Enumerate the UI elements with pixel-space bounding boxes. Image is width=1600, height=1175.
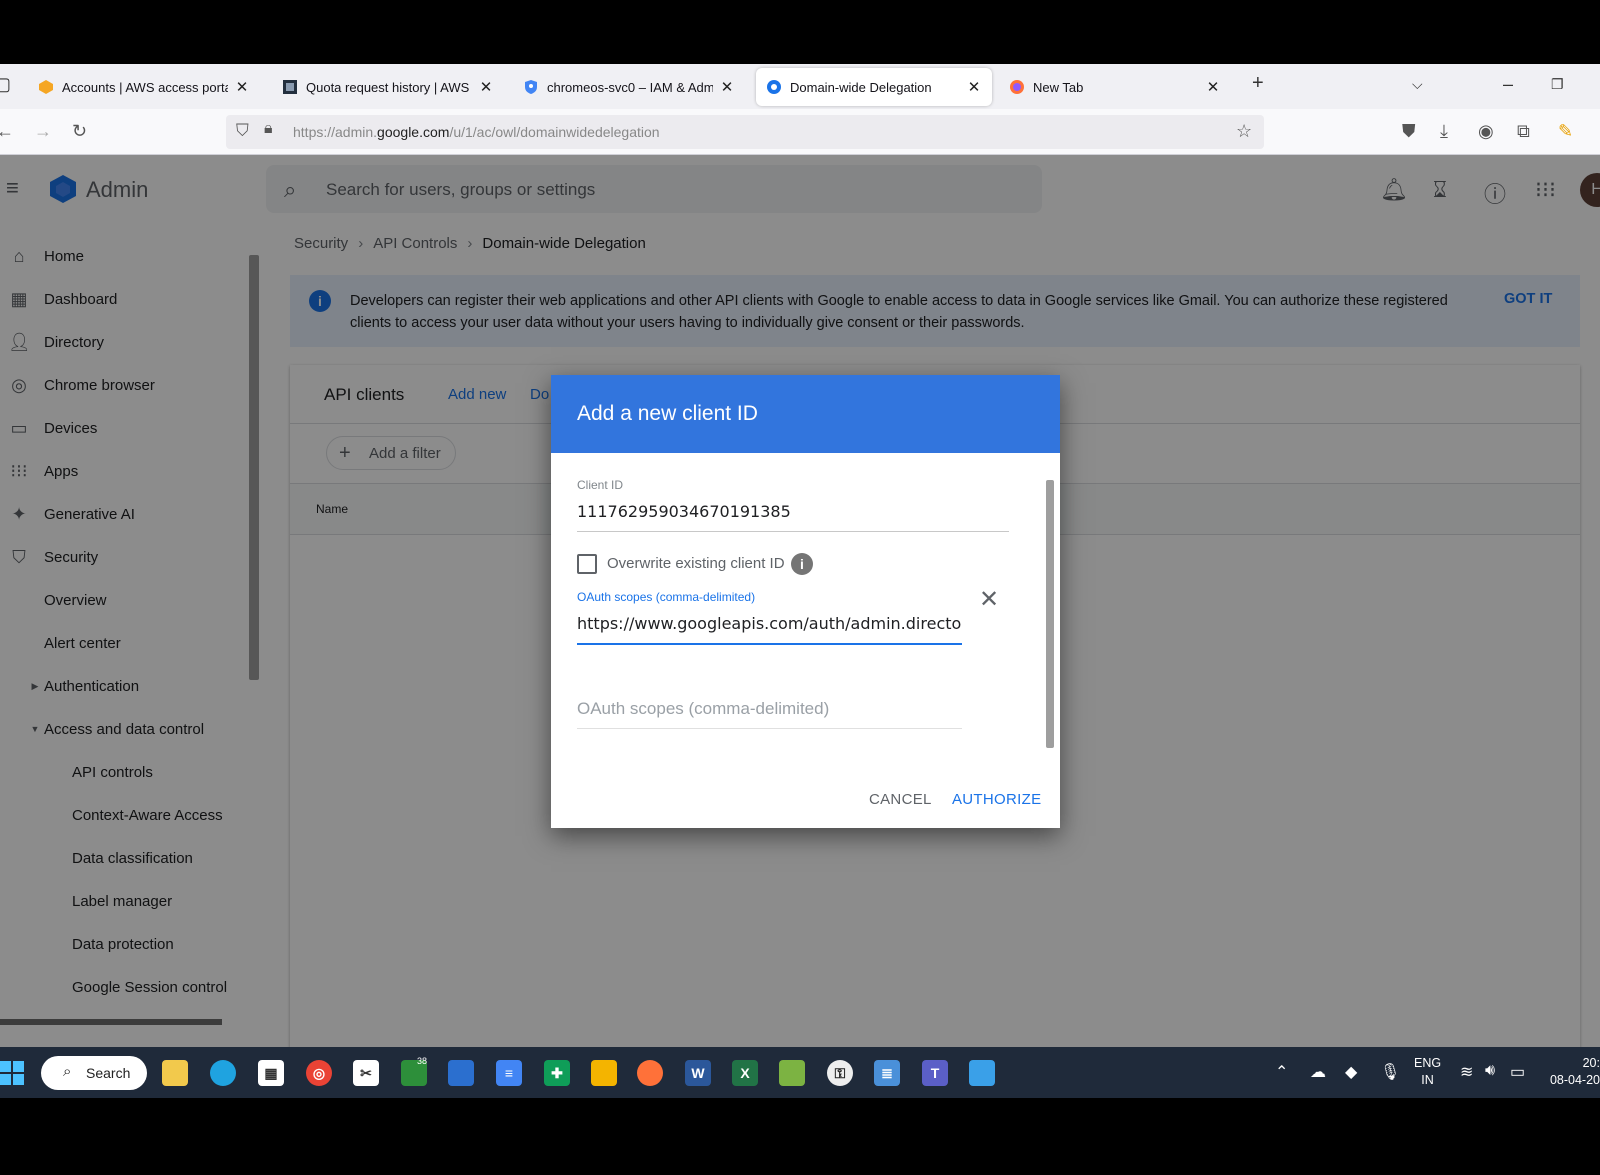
file-explorer-icon[interactable] xyxy=(162,1060,188,1086)
pocket-icon[interactable]: ⛊ xyxy=(1402,121,1416,142)
edge-icon[interactable] xyxy=(210,1060,236,1086)
docs-icon[interactable]: ≡ xyxy=(496,1060,522,1086)
clock-date: 08-04-20 xyxy=(1549,1073,1600,1087)
lang-top: ENG xyxy=(1414,1056,1442,1070)
volume-icon[interactable]: 🔊︎ xyxy=(1485,1062,1495,1080)
cancel-button[interactable]: CANCEL xyxy=(869,791,932,808)
notepad-icon[interactable]: ≣ xyxy=(874,1060,900,1086)
oauth-scope-label: OAuth scopes (comma-delimited) xyxy=(577,590,756,604)
tab-strip: ▢ Accounts | AWS access portal ✕ Quota r… xyxy=(0,64,1600,109)
extensions-icon[interactable]: ⧉ xyxy=(1517,121,1530,142)
account-icon[interactable]: ◉ xyxy=(1478,121,1494,142)
client-id-label: Client ID xyxy=(577,478,624,492)
bookmark-star-icon[interactable]: ☆ xyxy=(1236,121,1252,142)
aws-console-favicon-icon xyxy=(282,79,298,95)
client-id-field[interactable]: 111762959034670191385 xyxy=(577,502,977,521)
client-id-underline xyxy=(577,531,1009,532)
authorize-button[interactable]: AUTHORIZE xyxy=(952,791,1041,808)
firefox-icon[interactable] xyxy=(637,1060,663,1086)
taskbar-search-label: Search xyxy=(86,1065,131,1081)
battery-icon[interactable]: ▭ xyxy=(1510,1062,1525,1082)
overwrite-checkbox[interactable] xyxy=(577,554,597,574)
onedrive-cloud-icon[interactable]: ☁ xyxy=(1310,1062,1326,1082)
oauth-scope-empty-underline xyxy=(577,728,962,729)
add-client-id-dialog: Add a new client ID Client ID 1117629590… xyxy=(551,375,1060,828)
slides-icon[interactable] xyxy=(591,1060,617,1086)
new-tab-button[interactable]: + xyxy=(1252,72,1264,95)
dialog-header: Add a new client ID xyxy=(551,375,1060,453)
chat-badge: 38 xyxy=(417,1056,428,1066)
chrome-icon[interactable]: ◎ xyxy=(306,1060,332,1086)
tab-close-icon[interactable]: ✕ xyxy=(1205,78,1221,96)
oauth-scope-empty-field[interactable]: OAuth scopes (comma-delimited) xyxy=(577,699,962,719)
overwrite-label: Overwrite existing client ID xyxy=(607,555,785,572)
info-icon[interactable]: i xyxy=(791,553,813,575)
browser-window: ▢ Accounts | AWS access portal ✕ Quota r… xyxy=(0,64,1600,1098)
excel-icon[interactable]: X xyxy=(732,1060,758,1086)
download-icon[interactable]: ⤓ xyxy=(1440,121,1448,142)
extension-badge-icon[interactable]: ✎ xyxy=(1558,121,1573,142)
navigation-bar: ← → ↻ ⛉ 🔒︎ https://admin.google.com/u/1/… xyxy=(0,109,1600,155)
url-text[interactable]: https://admin.google.com/u/1/ac/owl/doma… xyxy=(293,124,660,140)
tab-domain-wide-delegation[interactable]: Domain-wide Delegation ✕ xyxy=(756,68,992,106)
tab-iam-admin[interactable]: chromeos-svc0 – IAM & Admin ✕ xyxy=(513,68,745,106)
maps-icon[interactable] xyxy=(969,1060,995,1086)
taskbar: ⌕ Search ▦ ◎ ✂ 38 ≡ ✚ W X ⚿ ≣ T ⌃ ☁ ◆ 🎙︎… xyxy=(0,1047,1600,1098)
taskbar-search[interactable]: ⌕ Search xyxy=(41,1056,147,1090)
outlook-icon[interactable] xyxy=(448,1060,474,1086)
shield-favicon-icon xyxy=(523,79,539,95)
tab-quota-request[interactable]: Quota request history | AWS Se ✕ xyxy=(272,68,504,106)
admin-favicon-icon xyxy=(766,79,782,95)
remove-scope-close-icon[interactable]: ✕ xyxy=(979,585,999,614)
tab-close-icon[interactable]: ✕ xyxy=(478,78,494,96)
clock-time: 20: xyxy=(1582,1056,1600,1070)
minimize-icon[interactable]: – xyxy=(1503,74,1513,95)
lock-icon[interactable]: 🔒︎ xyxy=(264,120,273,138)
tab-title: Domain-wide Delegation xyxy=(790,79,932,95)
clock[interactable]: 20: 08-04-20 xyxy=(1544,1055,1600,1089)
search-icon: ⌕ xyxy=(63,1063,72,1080)
tray-chevron-up-icon[interactable]: ⌃ xyxy=(1275,1062,1288,1082)
tab-new-tab[interactable]: New Tab ✕ xyxy=(999,68,1231,106)
tab-overview-icon[interactable]: ▢ xyxy=(0,74,11,95)
word-icon[interactable]: W xyxy=(685,1060,711,1086)
back-arrow-icon[interactable]: ← xyxy=(0,121,14,142)
wifi-icon[interactable]: ≋ xyxy=(1460,1062,1473,1082)
dialog-title: Add a new client ID xyxy=(577,402,758,425)
teams-icon[interactable]: T xyxy=(922,1060,948,1086)
store-icon[interactable]: ▦ xyxy=(258,1060,284,1086)
tab-title: New Tab xyxy=(1033,79,1084,95)
microphone-icon[interactable]: 🎙︎ xyxy=(1380,1062,1400,1082)
language-indicator[interactable]: ENG IN xyxy=(1414,1055,1441,1089)
restore-window-icon[interactable]: ❐ xyxy=(1551,76,1564,93)
tracking-shield-icon[interactable]: ⛉ xyxy=(236,121,249,141)
oauth-scope-underline xyxy=(577,643,962,645)
sheets-icon[interactable]: ✚ xyxy=(544,1060,570,1086)
firefox-favicon-icon xyxy=(1009,79,1025,95)
oauth-scope-field[interactable]: https://www.googleapis.com/auth/admin.di… xyxy=(577,614,962,633)
tab-close-icon[interactable]: ✕ xyxy=(234,78,250,96)
tab-close-icon[interactable]: ✕ xyxy=(719,78,735,96)
snipping-tool-icon[interactable]: ✂ xyxy=(353,1060,379,1086)
vpn-lock-icon[interactable]: ⚿ xyxy=(827,1060,853,1086)
tab-aws-access-portal[interactable]: Accounts | AWS access portal ✕ xyxy=(28,68,260,106)
tab-title: chromeos-svc0 – IAM & Admin xyxy=(547,79,713,95)
tab-list-chevron-icon[interactable]: ⌵ xyxy=(1412,76,1423,93)
lang-bottom: IN xyxy=(1421,1073,1434,1087)
photos-icon[interactable] xyxy=(779,1060,805,1086)
tab-close-icon[interactable]: ✕ xyxy=(966,78,982,96)
windows-start-icon[interactable] xyxy=(0,1061,24,1085)
url-bar[interactable]: ⛉ 🔒︎ https://admin.google.com/u/1/ac/owl… xyxy=(226,115,1264,149)
aws-favicon-icon xyxy=(38,79,54,95)
tab-title: Quota request history | AWS Se xyxy=(306,79,472,95)
dialog-scrollbar[interactable] xyxy=(1046,480,1054,748)
teams-tray-icon[interactable]: ◆ xyxy=(1345,1062,1357,1082)
tab-title: Accounts | AWS access portal xyxy=(62,79,228,95)
forward-arrow-icon[interactable]: → xyxy=(34,121,52,142)
reload-icon[interactable]: ↻ xyxy=(72,121,87,142)
